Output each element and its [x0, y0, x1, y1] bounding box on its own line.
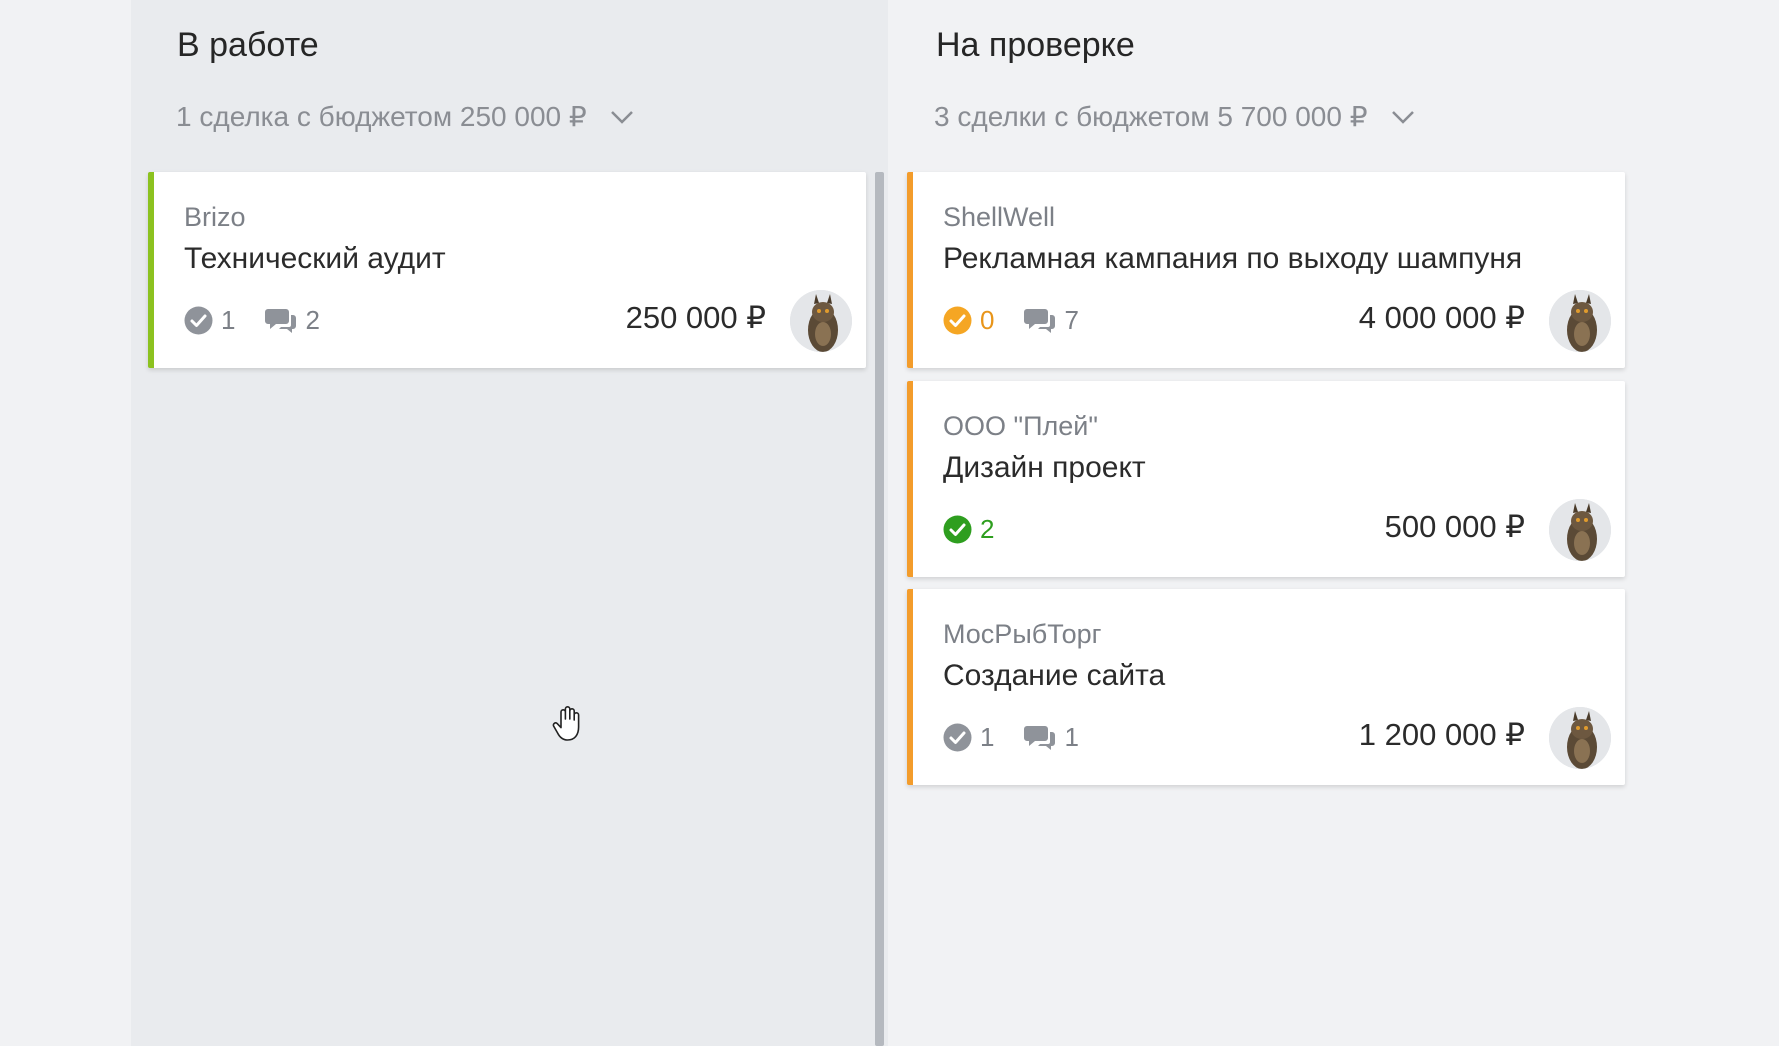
- deal-title: Создание сайта: [943, 659, 1166, 692]
- deal-amount: 250 000 ₽: [625, 300, 766, 335]
- deal-card-brizo[interactable]: Brizo Технический аудит 1 2 250 000 ₽: [148, 172, 866, 368]
- deal-title: Дизайн проект: [943, 451, 1146, 484]
- owl-avatar-icon: [1549, 707, 1611, 769]
- deal-card-shellwell[interactable]: ShellWell Рекламная кампания по выходу ш…: [907, 172, 1625, 368]
- hand-cursor-icon: [552, 706, 580, 741]
- column-summary-text: 3 сделки с бюджетом 5 700 000 ₽: [934, 101, 1368, 132]
- task-check-icon: [943, 723, 972, 752]
- deal-meta: 0 7: [943, 305, 1109, 336]
- chevron-down-icon[interactable]: [1388, 102, 1418, 132]
- deal-company: МосРыбТорг: [943, 619, 1102, 649]
- avatar[interactable]: [1549, 290, 1611, 352]
- task-check-icon: [943, 515, 972, 544]
- owl-avatar-icon: [1549, 499, 1611, 561]
- comments-icon: [1024, 726, 1056, 750]
- comments-icon: [265, 309, 297, 333]
- column-title-review: На проверке: [936, 26, 1135, 64]
- avatar[interactable]: [790, 290, 852, 352]
- avatar[interactable]: [1549, 707, 1611, 769]
- task-count: 2: [980, 514, 995, 544]
- column-summary-in-progress[interactable]: 1 сделка с бюджетом 250 000 ₽: [176, 100, 637, 133]
- task-count: 1: [221, 305, 236, 335]
- deal-company: ShellWell: [943, 202, 1056, 232]
- owl-avatar-icon: [790, 290, 852, 352]
- column-divider[interactable]: [875, 172, 884, 1046]
- kanban-board: В работе 1 сделка с бюджетом 250 000 ₽ Н…: [0, 0, 1779, 1046]
- deal-company: Brizo: [184, 202, 246, 232]
- deal-title: Рекламная кампания по выходу шампуня: [943, 242, 1523, 275]
- deal-amount: 1 200 000 ₽: [1358, 717, 1525, 752]
- deal-meta: 1 2: [184, 305, 350, 336]
- comment-count: 1: [1064, 722, 1079, 752]
- comments-icon: [1024, 309, 1056, 333]
- deal-title: Технический аудит: [184, 242, 446, 275]
- deal-amount: 4 000 000 ₽: [1358, 300, 1525, 335]
- deal-meta: 2: [943, 514, 1024, 545]
- column-title-in-progress: В работе: [177, 26, 319, 64]
- task-check-icon: [943, 306, 972, 335]
- avatar[interactable]: [1549, 499, 1611, 561]
- deal-card-mosrybtorg[interactable]: МосРыбТорг Создание сайта 1 1 1 200 000 …: [907, 589, 1625, 785]
- chevron-down-icon[interactable]: [607, 102, 637, 132]
- column-summary-text: 1 сделка с бюджетом 250 000 ₽: [176, 101, 587, 132]
- task-count: 1: [980, 722, 995, 752]
- owl-avatar-icon: [1549, 290, 1611, 352]
- comment-count: 2: [305, 305, 320, 335]
- deal-company: ООО "Плей": [943, 411, 1098, 441]
- deal-card-play[interactable]: ООО "Плей" Дизайн проект 2 500 000 ₽: [907, 381, 1625, 577]
- deal-amount: 500 000 ₽: [1384, 509, 1525, 544]
- deal-meta: 1 1: [943, 722, 1109, 753]
- column-in-progress-bg: [131, 0, 888, 1046]
- comment-count: 7: [1064, 305, 1079, 335]
- task-check-icon: [184, 306, 213, 335]
- column-summary-review[interactable]: 3 сделки с бюджетом 5 700 000 ₽: [934, 100, 1418, 133]
- task-count: 0: [980, 305, 995, 335]
